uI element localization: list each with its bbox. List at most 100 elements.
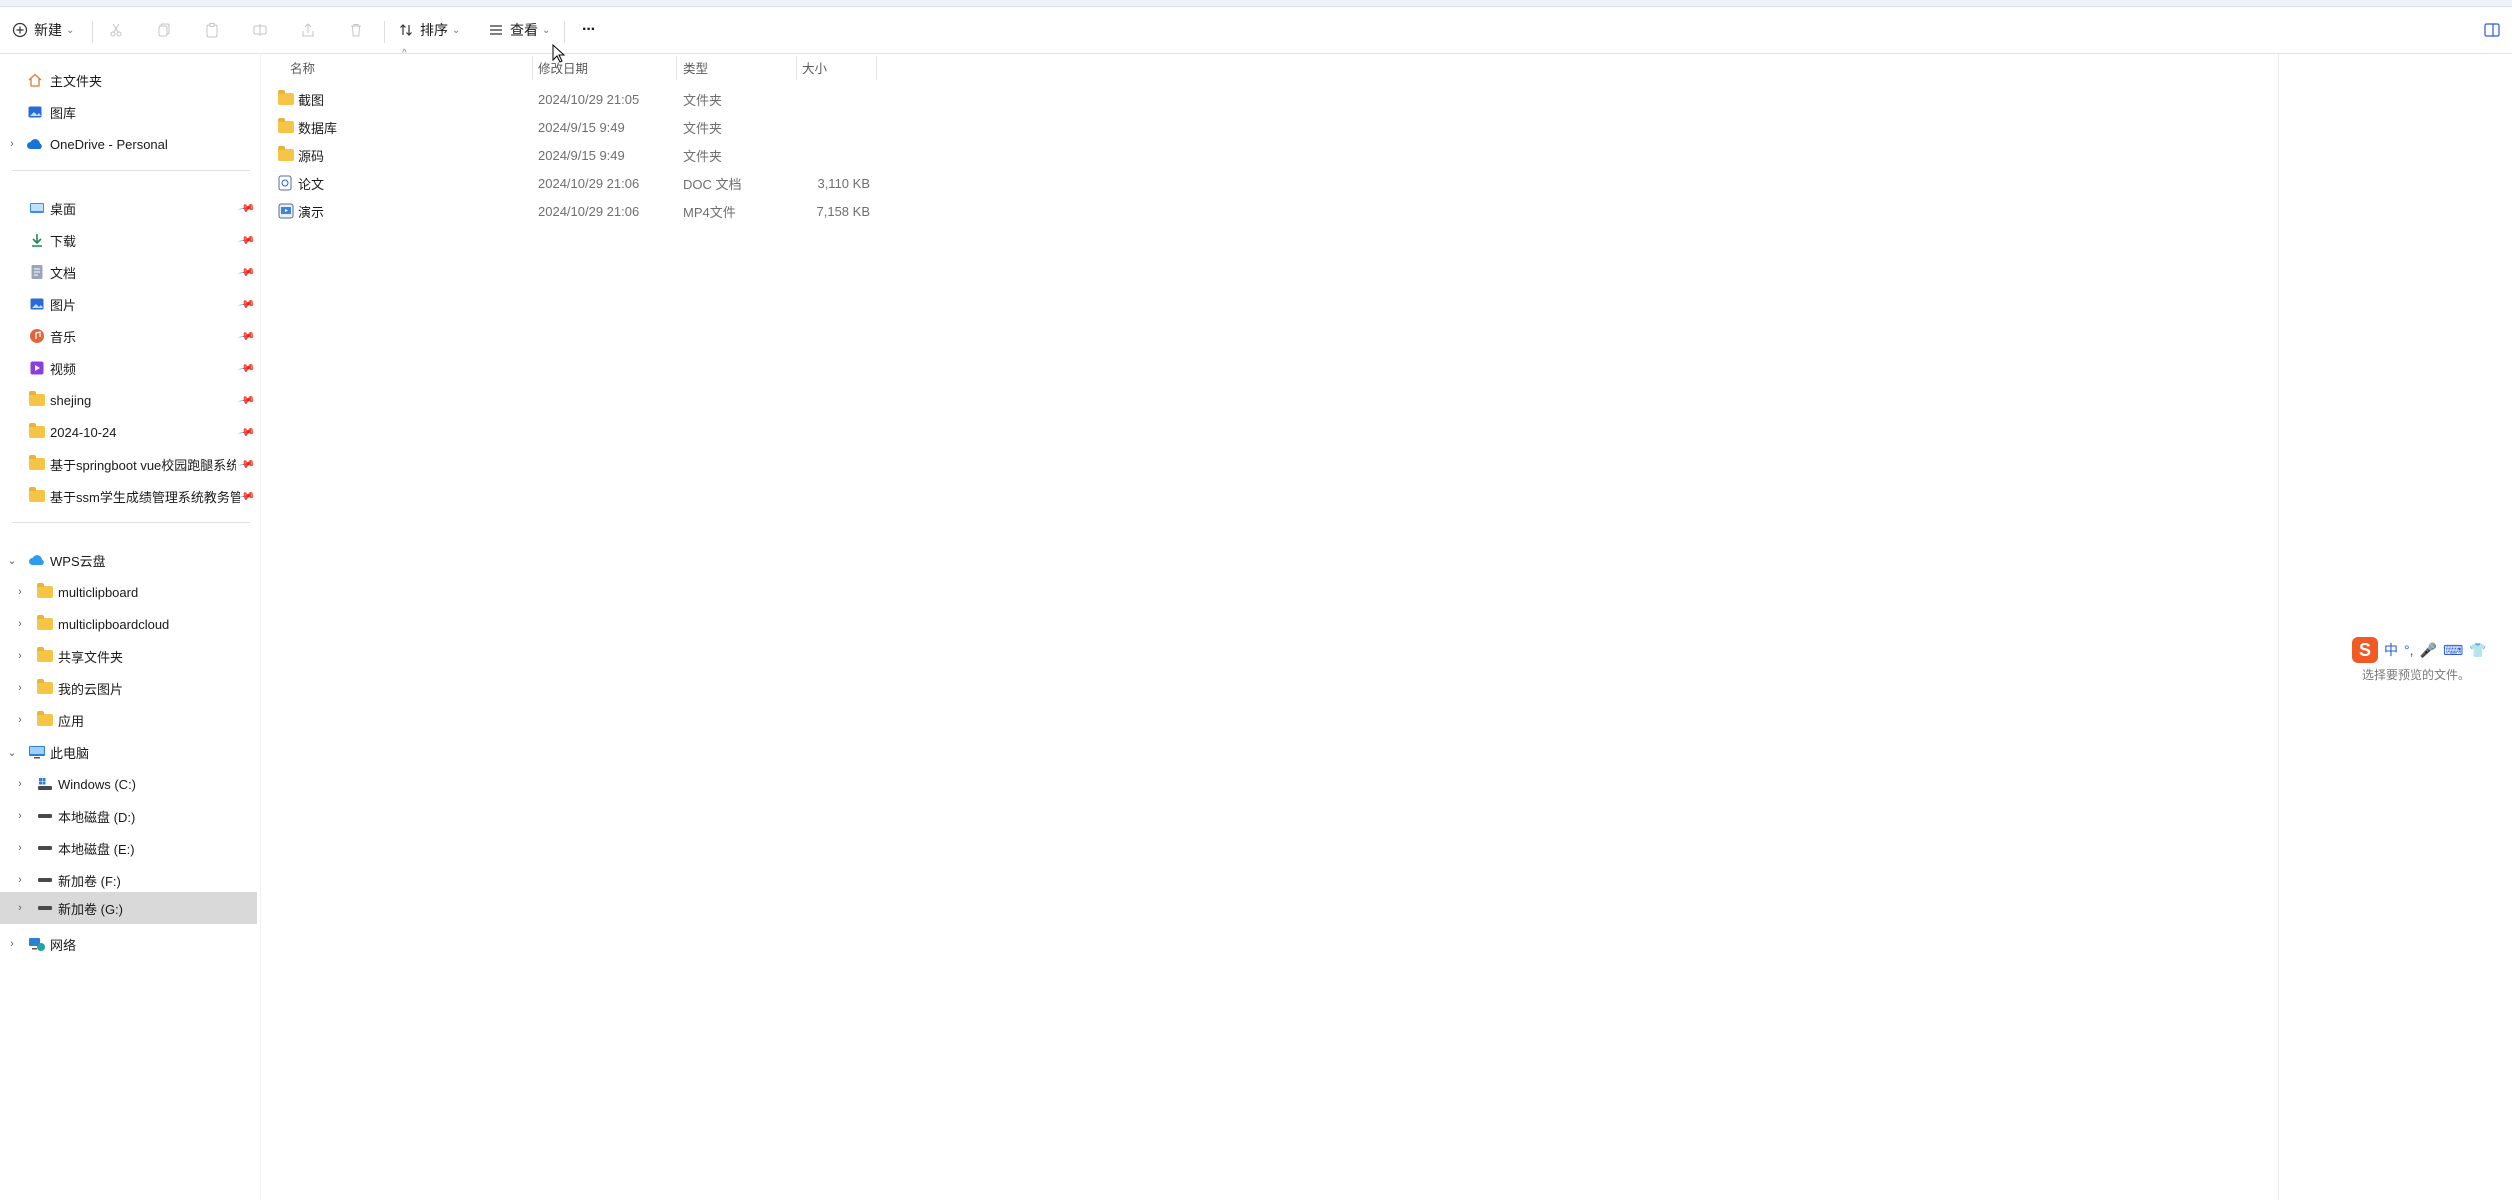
chevron-right-icon[interactable]: › xyxy=(12,714,28,726)
file-row[interactable]: 截图 2024/10/29 21:05 文件夹 xyxy=(270,85,876,113)
chevron-right-icon[interactable]: › xyxy=(12,810,28,822)
column-header-name[interactable]: 名称 xyxy=(290,54,315,80)
pin-icon[interactable]: 📌 xyxy=(238,455,257,474)
share-button[interactable] xyxy=(300,7,316,53)
preview-pane-divider[interactable] xyxy=(2278,54,2279,1200)
sidebar-item-drive-g[interactable]: › 新加卷 (G:) xyxy=(0,892,257,924)
ime-toolbar: S 中 °, 🎤 ⌨ 👕 xyxy=(2352,636,2487,664)
skin-icon[interactable]: 👕 xyxy=(2469,642,2486,659)
pin-icon[interactable]: 📌 xyxy=(238,263,257,282)
pin-icon[interactable]: 📌 xyxy=(238,487,257,506)
sidebar-item-home[interactable]: 主文件夹 xyxy=(0,64,257,96)
punctuation-icon[interactable]: °, xyxy=(2404,642,2414,658)
sogou-logo-icon[interactable]: S xyxy=(2352,637,2378,663)
chevron-down-icon[interactable]: ⌄ xyxy=(4,554,20,567)
sidebar-item-videos[interactable]: 视频 📌 xyxy=(0,352,257,384)
sidebar-item-label: Windows (C:) xyxy=(58,776,137,792)
sidebar-item-label: 基于springboot vue校园跑腿系统 xyxy=(50,457,236,473)
cut-button[interactable] xyxy=(108,7,124,53)
sidebar-item-multiclipboardcloud[interactable]: › multiclipboardcloud xyxy=(0,608,257,640)
chevron-down-icon[interactable]: ⌄ xyxy=(4,746,20,759)
sidebar-item-downloads[interactable]: 下载 📌 xyxy=(0,224,257,256)
folder-icon xyxy=(278,113,294,141)
scissors-icon xyxy=(110,23,122,37)
sidebar-item-drive-c[interactable]: › Windows (C:) xyxy=(0,768,257,800)
music-icon xyxy=(28,328,46,344)
sidebar-item-network[interactable]: › 网络 xyxy=(0,928,257,960)
chevron-down-icon: ⌄ xyxy=(66,24,75,36)
folder-icon xyxy=(28,455,46,472)
file-date: 2024/9/15 9:49 xyxy=(538,119,625,135)
file-row[interactable]: 数据库 2024/9/15 9:49 文件夹 xyxy=(270,113,876,141)
column-resizer[interactable] xyxy=(532,56,533,80)
details-pane-button[interactable] xyxy=(2484,7,2502,53)
ime-mode-indicator[interactable]: 中 xyxy=(2384,640,2398,660)
new-button[interactable]: 新建 ⌄ xyxy=(12,7,74,53)
file-row[interactable]: 论文 2024/10/29 21:06 DOC 文档 3,110 KB xyxy=(270,169,876,197)
column-header-type[interactable]: 类型 xyxy=(683,54,708,80)
sidebar-item-shejing[interactable]: shejing 📌 xyxy=(0,384,257,416)
sidebar-item-desktop[interactable]: 桌面 📌 xyxy=(0,192,257,224)
sidebar-item-pictures[interactable]: 图片 📌 xyxy=(0,288,257,320)
pin-icon[interactable]: 📌 xyxy=(238,423,257,442)
copy-button[interactable] xyxy=(156,7,172,53)
paste-button[interactable] xyxy=(204,7,220,53)
chevron-right-icon[interactable]: › xyxy=(12,618,28,630)
chevron-right-icon[interactable]: › xyxy=(4,138,20,150)
microphone-icon[interactable]: 🎤 xyxy=(2420,642,2437,659)
sidebar-item-onedrive[interactable]: › OneDrive - Personal xyxy=(0,128,257,160)
more-options-button[interactable]: ··· xyxy=(582,7,596,53)
delete-button[interactable] xyxy=(348,7,364,53)
file-row[interactable]: 源码 2024/9/15 9:49 文件夹 xyxy=(270,141,876,169)
sort-button[interactable]: 排序 ⌄ xyxy=(398,7,460,53)
keyboard-icon[interactable]: ⌨ xyxy=(2443,642,2463,659)
pin-icon[interactable]: 📌 xyxy=(238,199,257,218)
view-button[interactable]: 查看 ⌄ xyxy=(488,7,550,53)
chevron-right-icon[interactable]: › xyxy=(12,586,28,598)
column-resizer[interactable] xyxy=(876,56,877,80)
cloud-icon xyxy=(26,136,44,152)
sidebar-item-documents[interactable]: 文档 📌 xyxy=(0,256,257,288)
sidebar-item-label: 基于ssm学生成绩管理系统教务管理 xyxy=(50,489,240,505)
sidebar-item-springboot-project[interactable]: 基于springboot vue校园跑腿系统 📌 xyxy=(0,448,257,480)
sidebar-item-wps-cloud[interactable]: ⌄ WPS云盘 xyxy=(0,544,257,576)
sidebar-item-this-pc[interactable]: ⌄ 此电脑 xyxy=(0,736,257,768)
file-name: 源码 xyxy=(298,148,325,164)
folder-icon xyxy=(36,583,54,600)
file-row[interactable]: 演示 2024/10/29 21:06 MP4文件 7,158 KB xyxy=(270,197,876,225)
command-bar: 新建 ⌄ 排序 ⌄ 查看 ⌄ ··· xyxy=(0,7,2512,54)
pin-icon[interactable]: 📌 xyxy=(238,391,257,410)
chevron-right-icon[interactable]: › xyxy=(12,682,28,694)
sidebar-item-music[interactable]: 音乐 📌 xyxy=(0,320,257,352)
sidebar-item-drive-e[interactable]: › 本地磁盘 (E:) xyxy=(0,832,257,864)
rename-button[interactable] xyxy=(252,7,268,53)
document-icon xyxy=(28,264,46,280)
chevron-right-icon[interactable]: › xyxy=(12,650,28,662)
column-resizer[interactable] xyxy=(796,56,797,80)
pin-icon[interactable]: 📌 xyxy=(238,359,257,378)
sidebar-item-label: multiclipboard xyxy=(58,584,139,600)
chevron-right-icon[interactable]: › xyxy=(12,902,28,914)
drive-icon xyxy=(36,872,54,888)
pin-icon[interactable]: 📌 xyxy=(238,231,257,250)
windows-drive-icon xyxy=(36,776,54,792)
chevron-right-icon[interactable]: › xyxy=(4,938,20,950)
sidebar-item-gallery[interactable]: 图库 xyxy=(0,96,257,128)
chevron-right-icon[interactable]: › xyxy=(12,778,28,790)
sidebar-item-2024-10-24[interactable]: 2024-10-24 📌 xyxy=(0,416,257,448)
sidebar-divider xyxy=(12,170,250,171)
sidebar-item-drive-d[interactable]: › 本地磁盘 (D:) xyxy=(0,800,257,832)
chevron-right-icon[interactable]: › xyxy=(12,874,28,886)
chevron-right-icon[interactable]: › xyxy=(12,842,28,854)
sidebar-item-apps[interactable]: › 应用 xyxy=(0,704,257,736)
pin-icon[interactable]: 📌 xyxy=(238,327,257,346)
video-icon xyxy=(28,360,46,376)
sidebar-item-multiclipboard[interactable]: › multiclipboard xyxy=(0,576,257,608)
sidebar-item-ssm-project[interactable]: 基于ssm学生成绩管理系统教务管理 📌 xyxy=(0,480,257,512)
pin-icon[interactable]: 📌 xyxy=(238,295,257,314)
sidebar-item-shared-folder[interactable]: › 共享文件夹 xyxy=(0,640,257,672)
column-resizer[interactable] xyxy=(676,56,677,80)
sidebar-item-my-cloud-pictures[interactable]: › 我的云图片 xyxy=(0,672,257,704)
column-header-size[interactable]: 大小 xyxy=(802,54,827,80)
pane-divider[interactable] xyxy=(260,54,261,1200)
